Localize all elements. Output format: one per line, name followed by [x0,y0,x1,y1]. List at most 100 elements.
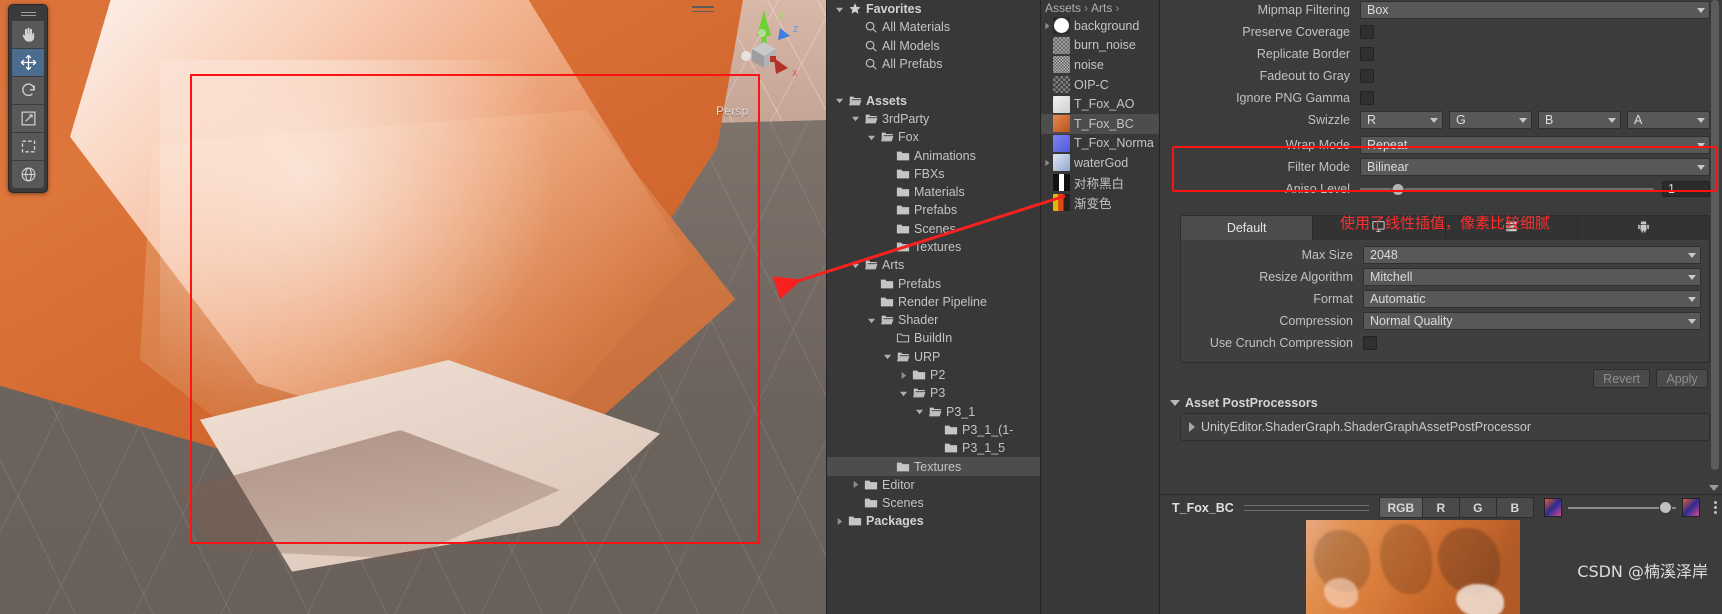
revert-apply-buttons[interactable]: Revert Apply [1160,363,1722,388]
tree-item-p3[interactable]: P3 [827,384,1040,402]
channel-r-button[interactable]: R [1421,497,1459,518]
breadcrumb-assets[interactable]: Assets [1045,1,1081,15]
triangle-down-icon[interactable] [913,407,926,416]
texture-import-settings[interactable]: Mipmap Filtering Box Preserve Coverage Repl… [1174,0,1710,108]
asset-item-oip-c[interactable]: OIP-C [1041,75,1159,95]
replicate-border-checkbox[interactable] [1360,47,1374,61]
fadeout-to-gray-row[interactable]: Fadeout to Gray [1174,66,1710,86]
tree-item-all-prefabs[interactable]: All Prefabs [827,55,1040,73]
tree-item-scenes[interactable]: Scenes [827,494,1040,512]
postprocessor-item[interactable]: UnityEditor.ShaderGraph.ShaderGraphAsset… [1189,420,1701,434]
tree-item-shader[interactable]: Shader [827,311,1040,329]
tree-item-render-pipeline[interactable]: Render Pipeline [827,293,1040,311]
move-tool-button[interactable] [12,49,44,77]
triangle-down-icon[interactable] [897,389,910,398]
preview-toolbar[interactable]: T_Fox_BC RGB R G B [1160,494,1722,520]
preserve-coverage-row[interactable]: Preserve Coverage [1174,22,1710,42]
project-tree-panel[interactable]: Favorites All Materials All Models All Pref… [826,0,1041,614]
swizzle-row[interactable]: Swizzle R G B A [1174,110,1710,130]
tree-item-editor[interactable]: Editor [827,476,1040,494]
ignore-png-gamma-checkbox[interactable] [1360,91,1374,105]
hand-tool-button[interactable] [12,21,44,49]
rotate-tool-button[interactable] [12,77,44,105]
preview-options-icon[interactable] [1708,501,1722,514]
tree-item-urp[interactable]: URP [827,348,1040,366]
swizzle-r-dropdown[interactable]: R [1360,111,1443,129]
tree-item-assets[interactable]: Assets [827,91,1040,109]
resize-algorithm-dropdown[interactable]: Mitchell [1363,268,1701,286]
triangle-right-icon[interactable] [833,517,846,526]
channel-rgb-button[interactable]: RGB [1378,497,1422,518]
tree-item-prefabs[interactable]: Prefabs [827,201,1040,219]
tree-item-materials[interactable]: Materials [827,183,1040,201]
tool-strip-grip[interactable] [9,8,47,19]
platform-max-size-row[interactable]: Max Size 2048 [1181,245,1701,265]
triangle-right-icon[interactable] [1041,159,1053,167]
revert-button[interactable]: Revert [1593,369,1650,388]
wrap-mode-dropdown[interactable]: Repeat [1360,136,1710,154]
tree-item-all-materials[interactable]: All Materials [827,18,1040,36]
tree-item-3rdparty[interactable]: 3rdParty [827,110,1040,128]
swizzle-a-dropdown[interactable]: A [1627,111,1710,129]
fadeout-to-gray-checkbox[interactable] [1360,69,1374,83]
asset-item-t_fox_bc[interactable]: T_Fox_BC [1041,113,1159,134]
asset-breadcrumb[interactable]: Assets › Arts › [1041,0,1159,16]
swizzle-b-dropdown[interactable]: B [1538,111,1621,129]
tree-item-textures[interactable]: Textures [827,238,1040,256]
triangle-right-icon[interactable] [897,371,910,380]
compression-dropdown[interactable]: Normal Quality [1363,312,1701,330]
tree-item-all-models[interactable]: All Models [827,37,1040,55]
triangle-down-icon[interactable] [833,96,846,105]
triangle-down-icon[interactable] [849,261,862,270]
tree-item-favorites[interactable]: Favorites [827,0,1040,18]
triangle-down-icon[interactable] [881,352,894,361]
wrap-mode-row[interactable]: Wrap Mode Repeat [1174,135,1710,155]
transform-tool-button[interactable] [12,161,44,188]
format-dropdown[interactable]: Automatic [1363,290,1701,308]
tree-item-packages[interactable]: Packages [827,512,1040,530]
tree-item-prefabs[interactable]: Prefabs [827,274,1040,292]
filter-mode-row[interactable]: Filter Mode Bilinear [1174,157,1710,177]
scene-view[interactable]: y z x Persp [0,0,826,614]
mipmap-knob[interactable] [1658,501,1672,514]
asset-postprocessors-foldout[interactable]: Asset PostProcessors [1160,388,1722,413]
tree-item-textures[interactable]: Textures [827,457,1040,476]
scroll-down-icon[interactable] [1709,485,1719,491]
asset-postprocessors-box[interactable]: UnityEditor.ShaderGraph.ShaderGraphAsset… [1180,413,1710,441]
filter-mode-dropdown[interactable]: Bilinear [1360,158,1710,176]
channel-g-button[interactable]: G [1458,497,1496,518]
tree-item-p3-1[interactable]: P3_1 [827,403,1040,421]
asset-item--[interactable]: 渐变色 [1041,192,1159,212]
aniso-level-value[interactable]: 1 [1662,181,1710,197]
asset-item-t_fox_ao[interactable]: T_Fox_AO [1041,94,1159,114]
tree-item-p2[interactable]: P2 [827,366,1040,384]
channel-b-button[interactable]: B [1495,497,1534,518]
aniso-level-slider[interactable] [1360,182,1654,196]
platform-resize-algorithm-row[interactable]: Resize Algorithm Mitchell [1181,267,1701,287]
triangle-right-icon[interactable] [849,480,862,489]
asset-list-panel[interactable]: Assets › Arts › background burn_noise nois… [1041,0,1160,614]
tree-item-p3-1-1-[interactable]: P3_1_(1- [827,421,1040,439]
inspector-scrollbar[interactable] [1709,0,1720,493]
gizmo-grip[interactable] [690,4,716,14]
mipmap-slider[interactable] [1568,501,1676,515]
mipmap-filtering-row[interactable]: Mipmap Filtering Box [1174,0,1710,20]
tree-item-buildin[interactable]: BuildIn [827,329,1040,347]
tree-item-animations[interactable]: Animations [827,146,1040,164]
platform-settings-block[interactable]: Default Max Size 2048 Resize Algorithm Mitc… [1180,215,1710,363]
scale-tool-button[interactable] [12,105,44,133]
slider-knob[interactable] [1391,182,1405,196]
platform-format-row[interactable]: Format Automatic [1181,289,1701,309]
triangle-down-icon[interactable] [865,133,878,142]
platform-tab-default[interactable]: Default [1181,216,1314,240]
preserve-coverage-checkbox[interactable] [1360,25,1374,39]
platform-compression-row[interactable]: Compression Normal Quality [1181,311,1701,331]
swizzle-g-dropdown[interactable]: G [1449,111,1532,129]
use-crunch-compression-checkbox[interactable] [1363,336,1377,350]
aniso-level-row[interactable]: Aniso Level 1 [1174,179,1710,199]
triangle-down-icon[interactable] [865,316,878,325]
ignore-png-gamma-row[interactable]: Ignore PNG Gamma [1174,88,1710,108]
asset-item-background[interactable]: background [1041,16,1159,36]
asset-items-list[interactable]: background burn_noise noise OIP-C T_Fox_AO T_… [1041,16,1159,212]
project-tree-list[interactable]: Favorites All Materials All Models All Pref… [827,0,1040,531]
